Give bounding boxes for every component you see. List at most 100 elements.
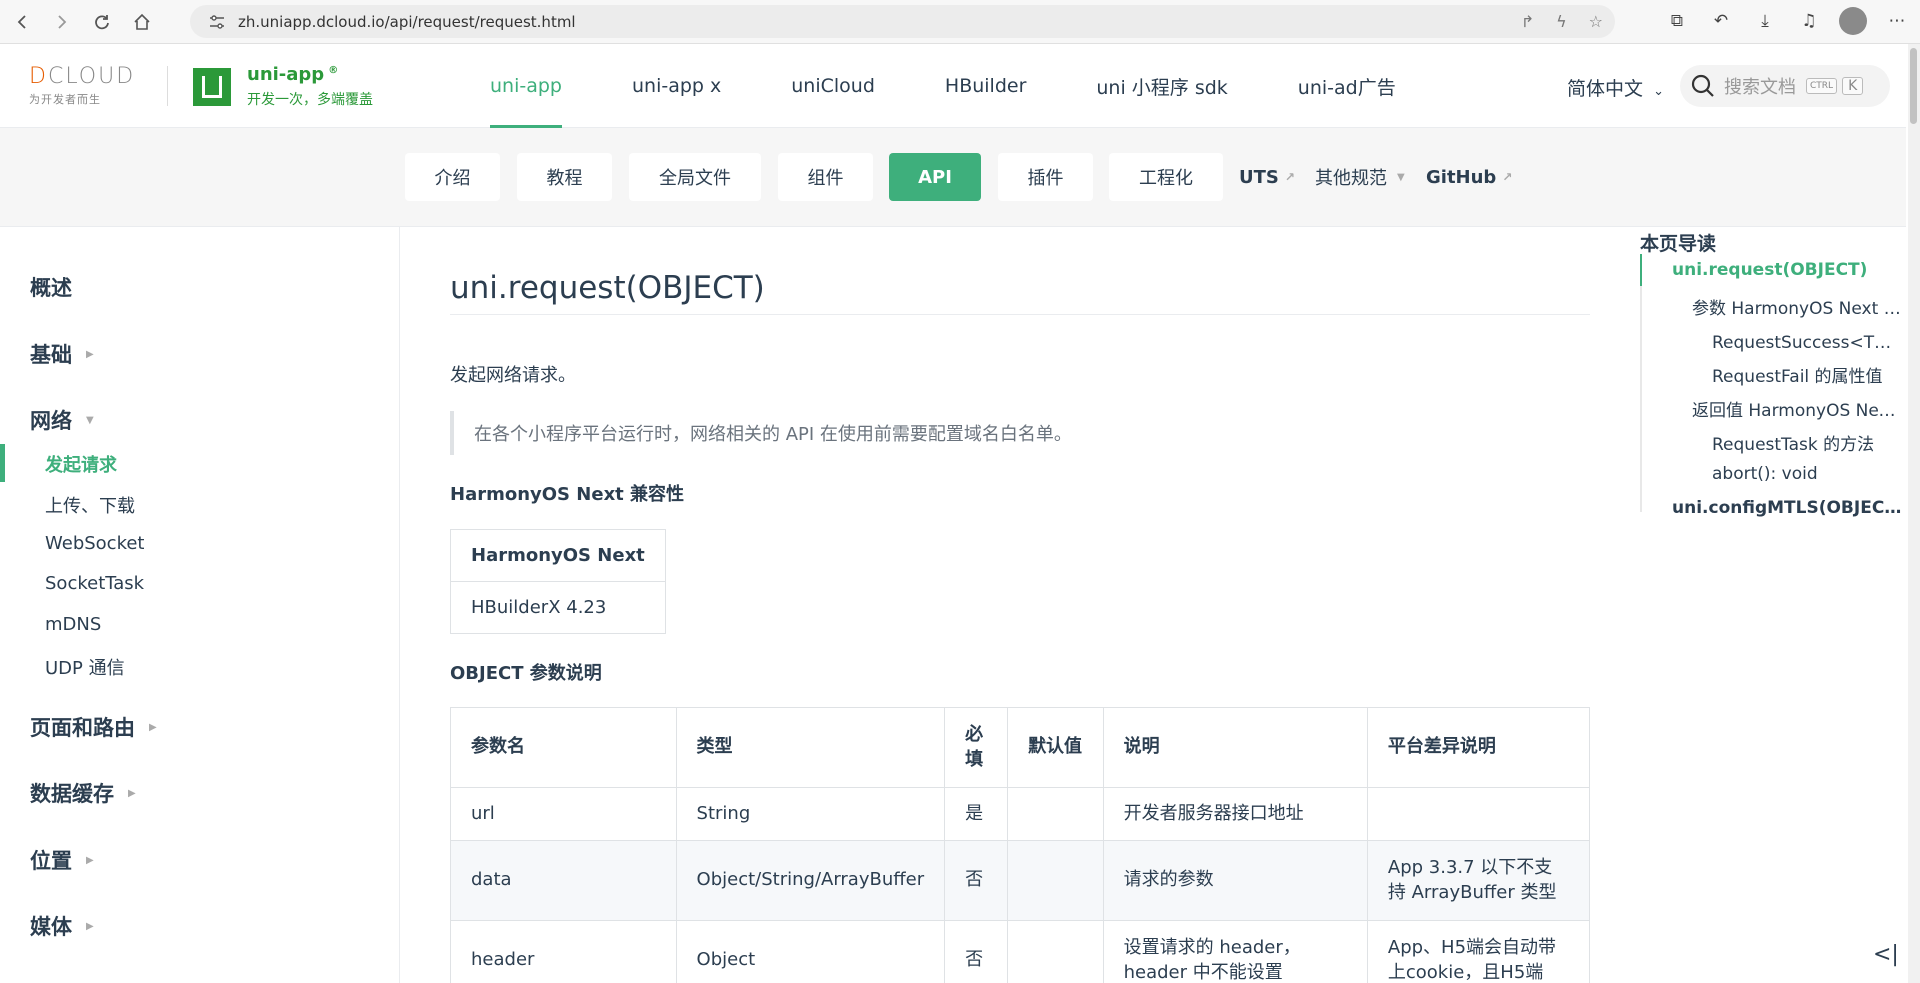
external-link-icon: ↗ [1284, 170, 1295, 184]
tab-api[interactable]: API [889, 153, 981, 201]
sidebar-item-sockettask[interactable]: SocketTask [45, 573, 144, 594]
table-cell: 设置请求的 header，header 中不能设置 [1102, 920, 1368, 983]
params-table: 参数名 类型 必填 默认值 说明 平台差异说明 url String 是 开发者… [450, 707, 1591, 983]
more-icon[interactable]: ⋯ [1882, 6, 1912, 36]
toc-item-abort[interactable]: abort(): void [1712, 464, 1902, 484]
search-input[interactable]: 搜索文档 CTRL K [1680, 65, 1890, 107]
sidebar-group-storage[interactable]: 数据缓存 ▶ [30, 778, 136, 808]
chevron-right-icon: ▶ [86, 348, 94, 360]
sidebar: 概述 基础 ▶ 网络 ▼ 发起请求 上传、下载 WebSocket SocketTa… [0, 227, 400, 983]
compat-heading: HarmonyOS Next 兼容性 [450, 484, 685, 505]
home-icon[interactable] [124, 4, 160, 40]
dcloud-logo[interactable]: DCLOUD 为开发者而生 [29, 64, 147, 107]
tab-global-files[interactable]: 全局文件 [629, 153, 761, 201]
share-icon[interactable]: ↱ [1521, 12, 1534, 31]
tab-intro[interactable]: 介绍 [405, 153, 500, 201]
title-divider [450, 314, 1590, 315]
search-icon [1691, 74, 1714, 97]
chevron-right-icon: ▶ [86, 920, 94, 932]
toc-item-params[interactable]: 参数 HarmonyOS Next 兼... [1692, 294, 1902, 319]
toc-title: 本页导读 [1640, 233, 1717, 255]
header-divider [167, 66, 168, 106]
toc-item-request-success[interactable]: RequestSuccess<T> 的... [1712, 328, 1902, 353]
sidebar-item-mdns[interactable]: mDNS [45, 614, 101, 635]
tab-components[interactable]: 组件 [778, 153, 873, 201]
toc-rail [1640, 254, 1642, 512]
top-nav-uni-ad[interactable]: uni-ad广告 [1298, 44, 1396, 128]
table-cell: App、H5端会自动带上cookie，且H5端 [1366, 920, 1591, 983]
bolt-icon[interactable]: ϟ [1556, 12, 1567, 31]
table-cell: Object [675, 920, 946, 983]
compat-table: HarmonyOS Next HBuilderX 4.23 [450, 529, 666, 634]
playlist-icon[interactable]: ♫ [1794, 6, 1824, 36]
page-scrollbar[interactable] [1908, 44, 1920, 983]
browser-toolbar: zh.uniapp.dcloud.io/api/request/request.… [0, 0, 1920, 44]
note-blockquote: 在各个小程序平台运行时，网络相关的 API 在使用前需要配置域名白名单。 [450, 411, 1590, 455]
sidebar-group-media[interactable]: 媒体 ▶ [30, 911, 94, 941]
sidebar-group-overview[interactable]: 概述 [30, 272, 72, 302]
sidebar-group-page-routing[interactable]: 页面和路由 ▶ [30, 712, 157, 742]
col-header: 必填 [944, 707, 1009, 788]
search-placeholder: 搜索文档 [1724, 77, 1796, 98]
address-bar[interactable]: zh.uniapp.dcloud.io/api/request/request.… [190, 5, 1615, 38]
sidebar-group-network[interactable]: 网络 ▼ [30, 405, 94, 435]
chevron-right-icon: ▶ [128, 787, 136, 799]
sidebar-active-indicator [0, 444, 5, 482]
sidebar-item-udp[interactable]: UDP 通信 [45, 654, 125, 680]
table-cell [1366, 787, 1591, 841]
chevron-down-icon: ▼ [86, 414, 94, 426]
top-nav-unicloud[interactable]: uniCloud [791, 44, 875, 128]
tab-other-specs[interactable]: 其他规范 ▼ [1315, 153, 1405, 201]
star-icon[interactable]: ☆ [1589, 12, 1603, 31]
toc-item-return-value[interactable]: 返回值 HarmonyOS Next ... [1692, 396, 1902, 421]
sidebar-group-basic[interactable]: 基础 ▶ [30, 339, 94, 369]
tab-plugins[interactable]: 插件 [998, 153, 1093, 201]
compat-header: HarmonyOS Next [450, 529, 666, 582]
avatar [1839, 7, 1867, 35]
table-cell: 开发者服务器接口地址 [1102, 787, 1368, 841]
dcloud-slogan: 为开发者而生 [29, 93, 101, 106]
tab-tutorial[interactable]: 教程 [517, 153, 612, 201]
language-select[interactable]: 简体中文 ⌄ [1567, 74, 1664, 101]
top-nav-uni-app[interactable]: uni-app [490, 44, 562, 128]
top-nav-mini-sdk[interactable]: uni 小程序 sdk [1096, 44, 1227, 128]
table-row: url String 是 开发者服务器接口地址 [450, 787, 1591, 841]
history-icon[interactable]: ↶ [1706, 6, 1736, 36]
tab-uts[interactable]: UTS ↗ [1239, 153, 1295, 201]
brand-subtitle: 开发一次，多端覆盖 [247, 92, 373, 108]
collapse-toc-icon[interactable]: <| [1873, 942, 1899, 967]
caret-down-icon: ▼ [1397, 171, 1405, 183]
scroll-thumb[interactable] [1910, 48, 1917, 124]
brand-title[interactable]: uni-app ® [247, 64, 338, 85]
chevron-right-icon: ▶ [149, 721, 157, 733]
table-cell [1007, 787, 1104, 841]
sidebar-item-websocket[interactable]: WebSocket [45, 533, 145, 554]
site-info-icon[interactable] [208, 13, 226, 31]
uni-app-logo[interactable] [193, 68, 231, 106]
tab-github[interactable]: GitHub ↗ [1426, 153, 1512, 201]
table-cell [1007, 920, 1104, 983]
tab-engineering[interactable]: 工程化 [1109, 153, 1223, 201]
toc-active-indicator [1640, 254, 1642, 286]
sidebar-group-location[interactable]: 位置 ▶ [30, 845, 94, 875]
download-icon[interactable]: ⤓ [1750, 6, 1780, 36]
col-header: 默认值 [1007, 707, 1104, 788]
sidebar-item-upload-download[interactable]: 上传、下载 [45, 492, 135, 518]
toc-item-request[interactable]: uni.request(OBJECT) [1672, 260, 1902, 280]
reload-icon[interactable] [84, 4, 120, 40]
table-cell: 否 [944, 840, 1009, 921]
top-nav-uni-app-x[interactable]: uni-app x [632, 44, 721, 128]
compat-value: HBuilderX 4.23 [450, 581, 666, 634]
extensions-icon[interactable]: ⧉ [1662, 6, 1692, 36]
table-row: data Object/String/ArrayBuffer 否 请求的参数 A… [450, 840, 1591, 921]
top-nav-hbuilder[interactable]: HBuilder [945, 44, 1026, 128]
sub-nav: 介绍 教程 全局文件 组件 API 插件 工程化 UTS ↗ 其他规范 ▼ GitH… [0, 128, 1906, 227]
sidebar-item-request[interactable]: 发起请求 [45, 451, 117, 477]
profile-icon[interactable] [1838, 6, 1868, 36]
toc-item-request-fail[interactable]: RequestFail 的属性值 [1712, 362, 1902, 387]
toc-item-requesttask-methods[interactable]: RequestTask 的方法 [1712, 430, 1902, 455]
forward-icon[interactable] [44, 4, 80, 40]
toc-item-configmtls[interactable]: uni.configMTLS(OBJECT) [1672, 498, 1902, 518]
back-icon[interactable] [4, 4, 40, 40]
page-description: 发起网络请求。 [450, 365, 576, 386]
